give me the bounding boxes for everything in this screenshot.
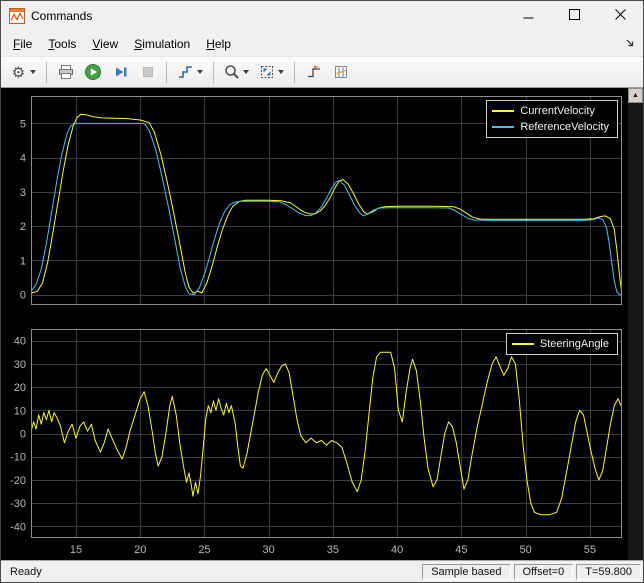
scroll-up-button[interactable]: ▲ — [628, 88, 643, 103]
svg-text:15: 15 — [70, 544, 82, 556]
svg-text:55: 55 — [584, 544, 596, 556]
scrollbar[interactable]: ▲ — [628, 88, 643, 560]
svg-text:1: 1 — [20, 255, 26, 267]
svg-text:3: 3 — [20, 187, 26, 199]
plot-region: 012345 -40-30-20-10010203040152025303540… — [1, 88, 643, 560]
run-button[interactable] — [80, 60, 106, 85]
print-button[interactable] — [53, 60, 78, 85]
minimize-icon — [523, 7, 534, 25]
svg-text:50: 50 — [520, 544, 532, 556]
svg-text:0: 0 — [20, 429, 26, 441]
status-sample-mode: Sample based — [422, 564, 510, 580]
close-icon — [615, 7, 626, 25]
menubar: FileToolsViewSimulationHelp — [1, 31, 643, 56]
close-button[interactable] — [597, 1, 643, 31]
scope-window: Commands FileToolsViewSimulationHelp — [0, 0, 644, 583]
step-forward-button[interactable] — [108, 60, 133, 85]
svg-text:-40: -40 — [10, 521, 26, 533]
gear-icon: ⚙ — [10, 64, 27, 81]
svg-text:-30: -30 — [10, 498, 26, 510]
minimize-button[interactable] — [505, 1, 551, 31]
fit-to-view-button[interactable] — [255, 60, 288, 85]
toolbar-separator — [294, 62, 295, 83]
legend-item: ReferenceVelocity — [492, 120, 609, 134]
stepping-options-icon — [177, 64, 194, 80]
legend-label: SteeringAngle — [540, 338, 609, 350]
dropdown-arrow-icon[interactable] — [30, 70, 36, 74]
triggers-button[interactable] — [301, 60, 326, 85]
svg-text:10: 10 — [14, 405, 26, 417]
run-icon — [84, 63, 102, 81]
svg-text:20: 20 — [14, 382, 26, 394]
toolbar-separator — [166, 62, 167, 83]
svg-text:20: 20 — [134, 544, 146, 556]
maximize-button[interactable] — [551, 1, 597, 31]
status-time: T=59.800 — [576, 564, 641, 580]
maximize-icon — [569, 7, 580, 25]
stop-icon — [140, 64, 156, 80]
stop-button — [135, 60, 160, 85]
printer-icon — [58, 64, 74, 80]
legend-label: ReferenceVelocity — [520, 121, 609, 133]
titlebar[interactable]: Commands — [1, 1, 643, 31]
svg-text:-10: -10 — [10, 452, 26, 464]
dropdown-arrow-icon[interactable] — [243, 70, 249, 74]
svg-text:⚙: ⚙ — [12, 64, 25, 81]
dropdown-arrow-icon[interactable] — [197, 70, 203, 74]
zoom-icon — [224, 64, 240, 80]
legend-item: CurrentVelocity — [492, 104, 609, 118]
up-arrow-icon: ▲ — [632, 92, 639, 99]
svg-text:45: 45 — [455, 544, 467, 556]
svg-text:5: 5 — [20, 118, 26, 130]
legend-item: SteeringAngle — [512, 337, 609, 351]
svg-text:2: 2 — [20, 221, 26, 233]
toolbar-separator — [46, 62, 47, 83]
status-offset: Offset=0 — [514, 564, 574, 580]
legend-line-swatch — [512, 343, 534, 345]
svg-text:0: 0 — [20, 290, 26, 302]
legend[interactable]: SteeringAngle — [506, 333, 618, 355]
window-controls — [505, 1, 643, 31]
menu-item-file[interactable]: File — [5, 34, 40, 54]
trigger-icon — [306, 64, 322, 80]
menu-item-tools[interactable]: Tools — [40, 34, 84, 54]
window-title: Commands — [31, 9, 505, 23]
legend-line-swatch — [492, 126, 514, 128]
svg-text:4: 4 — [20, 153, 26, 165]
toolbar-separator — [213, 62, 214, 83]
menu-item-view[interactable]: View — [84, 34, 126, 54]
svg-text:30: 30 — [263, 544, 275, 556]
legend[interactable]: CurrentVelocity ReferenceVelocity — [486, 100, 618, 138]
scope-app-icon — [9, 8, 25, 24]
fit-to-view-icon — [259, 64, 275, 80]
menu-item-simulation[interactable]: Simulation — [126, 34, 198, 54]
dock-icon[interactable] — [623, 36, 637, 50]
menubar-items: FileToolsViewSimulationHelp — [5, 34, 239, 54]
status-message: Ready — [3, 566, 419, 578]
svg-text:30: 30 — [14, 359, 26, 371]
measurements-icon — [333, 64, 349, 80]
svg-text:-20: -20 — [10, 475, 26, 487]
configuration-properties-button[interactable]: ⚙ — [6, 60, 40, 85]
menu-item-help[interactable]: Help — [198, 34, 239, 54]
step-forward-icon — [113, 64, 129, 80]
simulation-stepping-options-button[interactable] — [173, 60, 207, 85]
statusbar: Ready Sample based Offset=0 T=59.800 — [1, 560, 643, 582]
cursor-measurements-button[interactable] — [328, 60, 353, 85]
svg-text:40: 40 — [14, 336, 26, 348]
svg-text:35: 35 — [327, 544, 339, 556]
toolbar: ⚙ — [1, 56, 643, 88]
legend-label: CurrentVelocity — [520, 105, 595, 117]
svg-text:40: 40 — [391, 544, 403, 556]
zoom-button[interactable] — [220, 60, 253, 85]
legend-line-swatch — [492, 110, 514, 112]
dropdown-arrow-icon[interactable] — [278, 70, 284, 74]
svg-text:25: 25 — [198, 544, 210, 556]
